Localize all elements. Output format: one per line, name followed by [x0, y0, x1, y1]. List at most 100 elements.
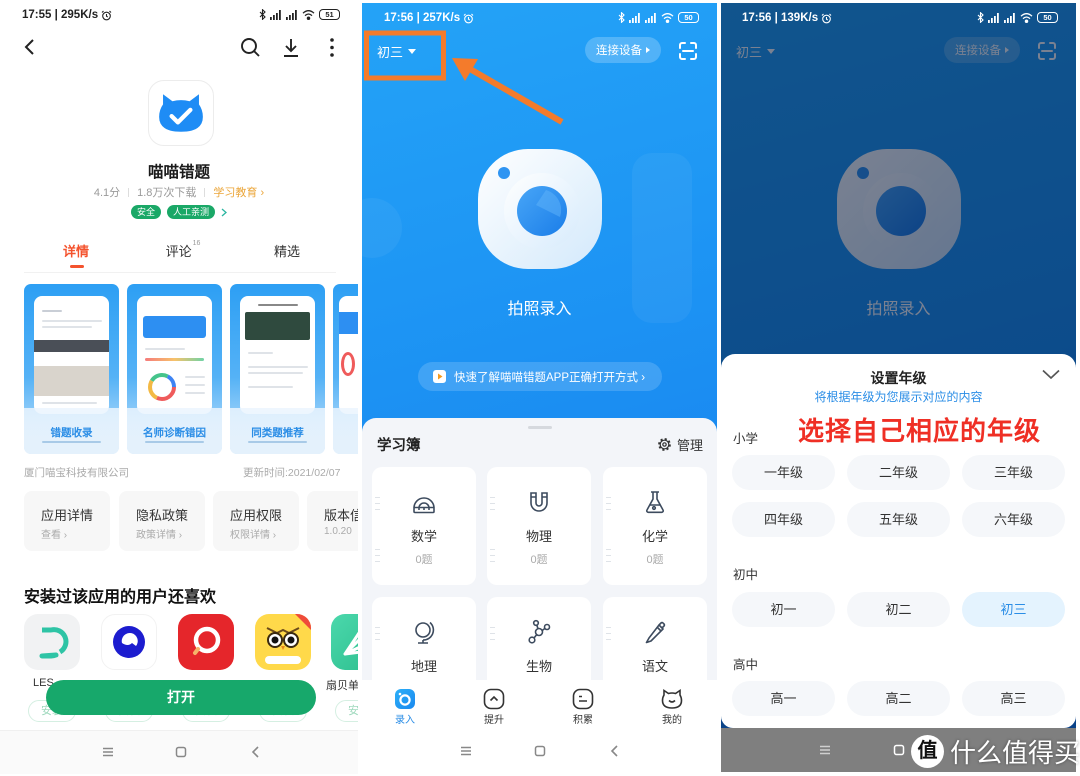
bottom-tab-bar: 录入 提升 积累 我的 — [362, 680, 717, 730]
status-time: 17:56 | 139K/s — [742, 12, 819, 24]
section-label-senior: 高中 — [733, 658, 759, 672]
subject-card-chemistry[interactable]: 化学 0题 — [603, 467, 707, 585]
status-time: 17:55 | 295K/s — [22, 9, 99, 21]
back-icon[interactable] — [22, 38, 38, 56]
tab-reviews[interactable]: 评论16 — [153, 240, 213, 260]
info-card-permissions[interactable]: 应用权限 权限详情 › — [213, 491, 299, 551]
recommended-app[interactable] — [255, 614, 311, 670]
watermark-text: 什么值得买 — [950, 738, 1080, 768]
grade-selector[interactable]: 初三 — [377, 42, 417, 61]
signal-icon — [988, 13, 999, 23]
signal-icon — [1004, 13, 1015, 23]
screenshot-card[interactable]: 同类题推荐 — [230, 284, 325, 454]
info-card-version[interactable]: 版本信息1.0.20 — [307, 491, 358, 551]
tab-featured[interactable]: 精选 — [257, 241, 317, 260]
info-card-privacy[interactable]: 隐私政策 政策详情 › — [119, 491, 205, 551]
grade-option[interactable]: 五年级 — [847, 502, 950, 537]
info-card-app-details[interactable]: 应用详情 查看 › — [24, 491, 110, 551]
chevron-down-icon[interactable] — [1042, 369, 1060, 380]
developer-name: 厦门喵宝科技有限公司 — [24, 467, 129, 479]
pencil-icon — [645, 621, 666, 644]
grade-option[interactable]: 初一 — [732, 592, 835, 627]
subject-card-math[interactable]: 数学 0题 — [372, 467, 476, 585]
tab-capture[interactable]: 录入 — [375, 680, 435, 730]
tab-accumulate[interactable]: 积累 — [553, 680, 613, 730]
guide-link[interactable]: 快速了解喵喵错题APP正确打开方式 › — [418, 362, 662, 391]
caret-down-icon — [408, 49, 417, 54]
wifi-icon — [1020, 13, 1033, 23]
category-link[interactable]: 学习教育 › — [213, 184, 264, 200]
grade-option[interactable]: 四年级 — [732, 502, 835, 537]
owl-logo-icon — [265, 614, 311, 664]
background-illustration — [362, 198, 402, 258]
gear-icon — [658, 438, 671, 451]
review-count: 16 — [192, 240, 201, 247]
subject-card-physics[interactable]: 物理 0题 — [487, 467, 591, 585]
screenshot-card[interactable]: 名师诊断错因 — [127, 284, 222, 454]
recommended-app[interactable] — [178, 614, 234, 670]
recommended-app[interactable] — [24, 614, 80, 670]
camera-capture-icon[interactable] — [474, 145, 606, 273]
grade-option[interactable]: 一年级 — [732, 455, 835, 490]
tab-profile[interactable]: 我的 — [642, 680, 702, 730]
camera-icon — [395, 689, 415, 709]
grade-select-screen: 17:56 | 139K/s 50 初三 连接设备 拍照录入 设置年级 将根据年… — [721, 3, 1076, 772]
download-icon[interactable] — [281, 37, 301, 58]
back-nav-icon[interactable] — [251, 746, 260, 758]
active-tab-indicator — [70, 265, 84, 268]
level-up-icon — [483, 688, 505, 710]
grade-option[interactable]: 二年级 — [847, 455, 950, 490]
grade-option[interactable]: 六年级 — [962, 502, 1065, 537]
install-button[interactable]: 安装 — [335, 700, 358, 722]
recent-apps-icon[interactable] — [460, 746, 472, 756]
divider — [24, 272, 336, 273]
system-nav-bar — [0, 730, 358, 774]
alarm-icon — [463, 13, 474, 23]
blue-ring-logo-icon — [113, 626, 145, 658]
tab-details[interactable]: 详情 — [46, 241, 106, 260]
app-tags[interactable]: 安全 人工亲测 — [0, 205, 358, 219]
grade-option[interactable]: 高三 — [962, 681, 1065, 716]
grade-option[interactable]: 三年级 — [962, 455, 1065, 490]
status-time: 17:56 | 257K/s — [384, 12, 461, 24]
drag-handle[interactable] — [528, 426, 552, 429]
home-icon[interactable] — [534, 745, 546, 757]
annotation-callout: 选择自己相应的年级 — [798, 416, 1042, 446]
recommended-app[interactable] — [331, 614, 358, 670]
bluetooth-icon — [259, 9, 266, 20]
screenshot-preview — [34, 296, 109, 414]
bluetooth-icon — [977, 12, 984, 23]
battery-icon: 50 — [1037, 12, 1058, 23]
scan-icon[interactable] — [678, 41, 698, 61]
magnet-icon — [530, 492, 548, 512]
screenshot-caption: 错题收录 — [50, 427, 93, 439]
search-icon[interactable] — [240, 37, 261, 58]
watermark: 值 什么值得买 — [911, 733, 1080, 770]
signal-icon — [270, 10, 281, 20]
grade-option[interactable]: 初二 — [847, 592, 950, 627]
camera-label[interactable]: 拍照录入 — [362, 295, 717, 319]
grade-option[interactable]: 高二 — [847, 681, 950, 716]
teal-d-logo-icon — [39, 627, 69, 659]
tab-improve[interactable]: 提升 — [464, 680, 524, 730]
home-screen: 17:56 | 257K/s 50 初三 连接设备 拍照录入 快速了解喵喵错题A… — [362, 3, 717, 772]
open-app-button[interactable]: 打开 — [46, 680, 316, 715]
recommend-title: 安装过该应用的用户还喜欢 — [24, 589, 217, 606]
grade-option[interactable]: 高一 — [732, 681, 835, 716]
recent-apps-icon[interactable] — [819, 745, 831, 755]
manage-button[interactable]: 管理 — [657, 435, 703, 454]
grade-option-selected[interactable]: 初三 — [962, 592, 1065, 627]
recent-apps-icon[interactable] — [102, 747, 114, 757]
home-icon[interactable] — [175, 746, 187, 758]
cat-face-icon — [661, 689, 683, 709]
home-icon[interactable] — [893, 744, 905, 756]
more-options-icon[interactable] — [328, 37, 336, 58]
connect-device-button[interactable]: 连接设备 — [585, 37, 661, 63]
screenshot-card[interactable] — [333, 284, 358, 454]
status-bar: 17:56 | 139K/s 50 — [721, 3, 1076, 33]
notebook-title: 学习簿 — [377, 438, 421, 454]
back-nav-icon[interactable] — [610, 745, 619, 757]
recommended-app[interactable] — [101, 614, 157, 670]
screenshot-card[interactable]: 错题收录 — [24, 284, 119, 454]
battery-icon: 50 — [678, 12, 699, 23]
